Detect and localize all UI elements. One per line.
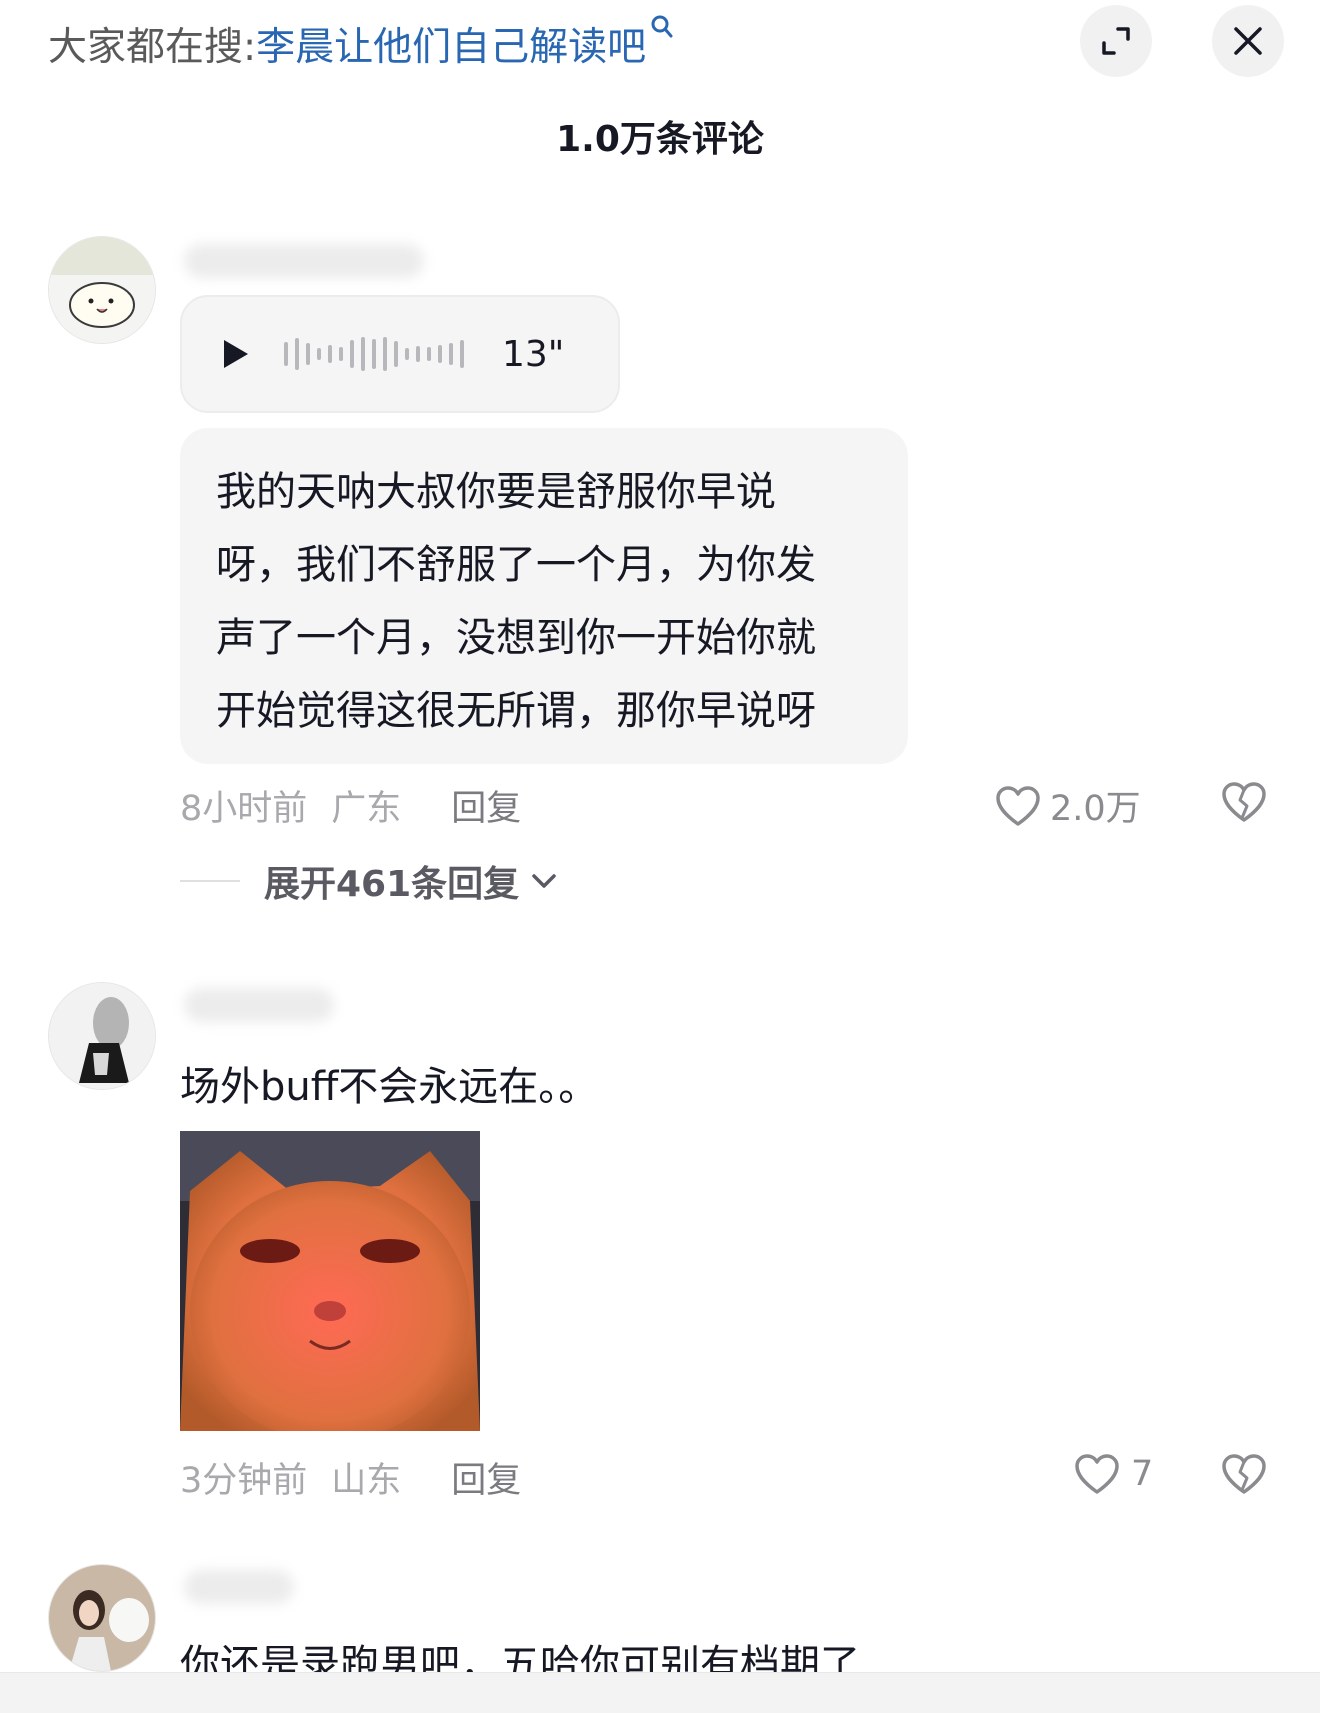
close-icon [1234, 27, 1262, 55]
comment-text-clip: 你还是录跑男吧，五哈你可别有档期了 [180, 1632, 860, 1672]
divider [180, 880, 240, 882]
comment-meta: 3分钟前 山东 回复 [180, 1452, 521, 1503]
comment-text-line: 呀，我们不舒服了一个月，为你发 [216, 542, 816, 588]
comment-location: 广东 [331, 789, 402, 829]
search-prefix: 大家都在搜: [48, 25, 257, 70]
comment-text-line: 声了一个月，没想到你一开始你就 [216, 615, 816, 661]
reply-button[interactable]: 回复 [451, 780, 521, 831]
comment-image[interactable] [180, 1131, 480, 1431]
expand-button[interactable] [1080, 5, 1152, 77]
search-suggestion[interactable]: 大家都在搜: 李晨让他们自己解读吧 [48, 14, 674, 74]
play-icon[interactable] [224, 340, 248, 368]
expand-replies-label: 展开461条回复 [264, 864, 520, 905]
expand-replies-button[interactable]: 展开461条回复 [180, 855, 557, 907]
chevron-down-icon [532, 874, 556, 888]
avatar[interactable] [48, 982, 156, 1090]
broken-heart-icon [1222, 1454, 1266, 1494]
broken-heart-icon [1222, 782, 1266, 822]
voice-duration: 13" [502, 333, 565, 375]
comment-text-line: 开始觉得这很无所谓，那你早说呀 [216, 688, 816, 734]
dislike-button[interactable] [1220, 780, 1268, 828]
heart-icon [996, 785, 1040, 826]
close-button[interactable] [1212, 5, 1284, 77]
expand-icon [1102, 27, 1130, 55]
comment-text: 场外buff不会永远在。。 [180, 1064, 599, 1110]
username-blurred[interactable] [184, 1570, 294, 1604]
comment-text: 你还是录跑男吧，五哈你可别有档期了 [180, 1642, 860, 1672]
comment-input-bar[interactable] [0, 1672, 1320, 1713]
username-blurred[interactable] [184, 244, 424, 278]
username-blurred[interactable] [184, 988, 334, 1022]
search-icon [650, 14, 674, 46]
comment-location: 山东 [331, 1461, 402, 1501]
avatar[interactable] [48, 1564, 156, 1672]
comment-time: 3分钟前 [180, 1461, 308, 1501]
comment-text-line: 我的天呐大叔你要是舒服你早说 [216, 469, 776, 515]
comment-meta: 8小时前 广东 回复 [180, 780, 521, 831]
reply-button[interactable]: 回复 [451, 1452, 521, 1503]
like-button[interactable]: 2.0万 [994, 780, 1141, 831]
comment-text-bubble: 我的天呐大叔你要是舒服你早说 呀，我们不舒服了一个月，为你发 声了一个月，没想到… [180, 428, 908, 764]
like-count: 7 [1131, 1454, 1154, 1494]
comment-time: 8小时前 [180, 789, 308, 829]
heart-icon [1075, 1454, 1119, 1494]
comments-count-title: 1.0万条评论 [556, 119, 764, 160]
avatar[interactable] [48, 236, 156, 344]
voice-message[interactable]: 13" [180, 295, 620, 413]
like-count: 2.0万 [1050, 789, 1141, 829]
search-term-link[interactable]: 李晨让他们自己解读吧 [256, 16, 646, 72]
like-button[interactable]: 7 [1073, 1452, 1153, 1496]
waveform-icon [284, 337, 464, 371]
dislike-button[interactable] [1220, 1452, 1268, 1500]
